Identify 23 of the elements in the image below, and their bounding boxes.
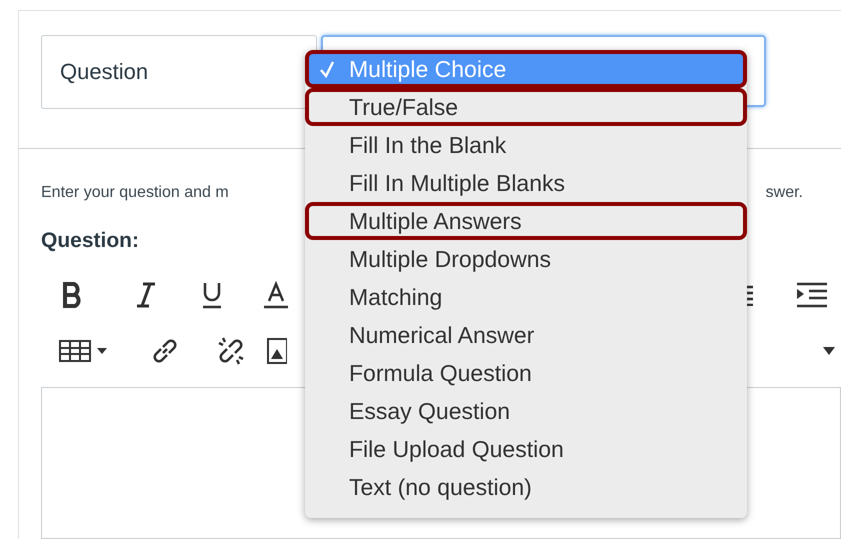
menu-item[interactable]: Formula Question bbox=[305, 354, 747, 392]
menu-item[interactable]: Multiple Dropdowns bbox=[305, 240, 747, 278]
italic-icon[interactable] bbox=[135, 282, 157, 308]
instruction-text: Enter your question and m bbox=[41, 183, 229, 203]
question-name-field[interactable]: Question bbox=[41, 35, 317, 109]
menu-item[interactable]: Essay Question bbox=[305, 392, 747, 430]
underline-icon[interactable] bbox=[201, 280, 223, 308]
caret-icon[interactable] bbox=[823, 346, 835, 354]
menu-item[interactable]: Multiple Answers bbox=[305, 202, 747, 240]
question-label: Question: bbox=[41, 229, 139, 252]
menu-item[interactable]: Fill In the Blank bbox=[305, 126, 747, 164]
menu-item[interactable]: Text (no question) bbox=[305, 468, 747, 506]
menu-item[interactable]: Fill In Multiple Blanks bbox=[305, 164, 747, 202]
table-dropdown-icon[interactable] bbox=[59, 340, 109, 362]
image-icon[interactable] bbox=[267, 338, 287, 364]
text-color-icon[interactable] bbox=[263, 280, 289, 308]
menu-item[interactable]: Matching bbox=[305, 278, 747, 316]
menu-item[interactable]: True/False bbox=[305, 88, 747, 126]
indent-icon[interactable] bbox=[797, 282, 827, 308]
menu-item[interactable]: File Upload Question bbox=[305, 430, 747, 468]
checkmark-icon bbox=[319, 60, 335, 78]
instruction-text: swer. bbox=[766, 183, 803, 203]
menu-item[interactable]: Numerical Answer bbox=[305, 316, 747, 354]
